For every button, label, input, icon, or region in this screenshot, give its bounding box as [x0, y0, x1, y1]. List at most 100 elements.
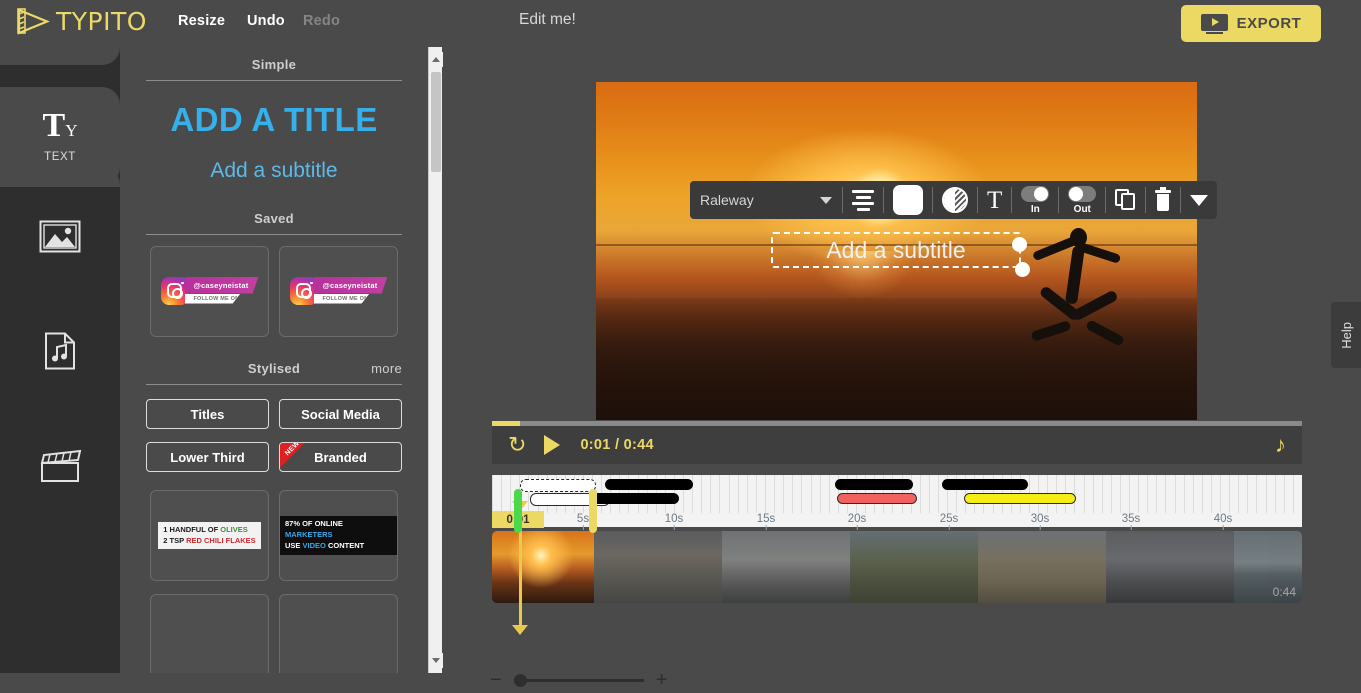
help-tab[interactable]: Help — [1331, 302, 1361, 368]
saved-card-1[interactable]: @caseyneistat FOLLOW ME ON — [150, 246, 269, 337]
new-badge: NEW — [280, 443, 313, 469]
text-pill-4[interactable] — [942, 479, 1028, 490]
add-subtitle-preset[interactable]: Add a subtitle — [120, 159, 428, 183]
music-note-icon[interactable]: ♪ — [1275, 434, 1286, 456]
clip-sunset[interactable] — [492, 531, 594, 603]
scroll-up-arrow[interactable] — [429, 52, 443, 67]
zoom-slider-knob[interactable] — [513, 673, 527, 687]
recipe-preset-thumb: 1 HANDFUL OF OLIVES 2 TSP RED CHILI FLAK… — [158, 521, 261, 550]
stylised-more-link[interactable]: more — [371, 361, 402, 376]
ruler-tick — [1238, 475, 1239, 513]
stat-line1-accent: MARKETERS — [285, 530, 333, 540]
document-title[interactable]: Edit me! — [519, 11, 576, 29]
play-button[interactable] — [544, 435, 561, 455]
copy-icon — [1115, 189, 1136, 211]
ruler-label-mark — [1222, 525, 1224, 530]
clip-boat[interactable] — [722, 531, 850, 603]
preset-card-3[interactable] — [150, 594, 269, 673]
preset-cards-row-2 — [120, 594, 428, 673]
saved-section: Saved @caseyneistat FOLLOW ME ON @caseyn… — [120, 211, 428, 337]
zoom-slider-track[interactable] — [513, 673, 644, 687]
text-pill-3[interactable] — [835, 479, 913, 490]
rail-item-audio[interactable] — [0, 302, 120, 400]
loop-icon[interactable]: ↻ — [508, 434, 526, 456]
rail-item-image[interactable] — [0, 187, 120, 285]
video-filmstrip[interactable]: 0:44 — [492, 531, 1302, 603]
social-media-button[interactable]: Social Media — [279, 399, 402, 429]
text-format-toolbar: Raleway T In Out — [690, 181, 1218, 219]
stylised-buttons-row-1: Titles Social Media — [120, 399, 428, 429]
text-style-button[interactable]: T — [978, 181, 1011, 219]
instagram-handle: @caseyneistat — [184, 276, 259, 294]
clip-sea[interactable]: 0:44 — [1234, 531, 1302, 603]
text-pill-7[interactable] — [837, 493, 917, 504]
ruler-label-mark — [673, 525, 675, 530]
typito-logo-icon — [17, 8, 50, 35]
scroll-down-arrow[interactable] — [429, 653, 443, 668]
divider — [146, 80, 402, 81]
titles-button[interactable]: Titles — [146, 399, 269, 429]
more-options-button[interactable] — [1181, 181, 1217, 219]
undo-button[interactable]: Undo — [247, 13, 285, 29]
scrollbar-thumb[interactable] — [431, 72, 441, 172]
duplicate-button[interactable] — [1106, 181, 1145, 219]
preset-card-4[interactable] — [279, 594, 398, 673]
ruler-tick — [1202, 475, 1203, 513]
text-align-button[interactable] — [843, 181, 883, 219]
font-family-value: Raleway — [700, 192, 754, 208]
recipe-line1-plain: 1 HANDFUL OF — [163, 524, 221, 534]
opacity-button[interactable] — [933, 181, 977, 219]
resize-menu-button[interactable]: Resize — [178, 13, 225, 29]
zoom-out-button[interactable]: − — [490, 670, 502, 690]
resize-handle[interactable] — [1015, 262, 1030, 277]
animation-in-toggle[interactable]: In — [1012, 181, 1058, 219]
clip-market[interactable] — [594, 531, 722, 603]
zoom-in-button[interactable]: + — [656, 670, 668, 690]
text-pill-1[interactable] — [520, 479, 596, 492]
ruler-label: 25s — [939, 513, 959, 530]
ruler-tick — [1138, 475, 1139, 513]
clip-village[interactable] — [850, 531, 978, 603]
ruler-label-text: 40s — [1213, 513, 1233, 525]
saved-card-2[interactable]: @caseyneistat FOLLOW ME ON — [279, 246, 398, 337]
font-family-select[interactable]: Raleway — [690, 181, 842, 219]
lower-third-button[interactable]: Lower Third — [146, 442, 269, 472]
ruler-label-text: 25s — [939, 513, 959, 525]
ruler-label-text: 20s — [847, 513, 867, 525]
clapperboard-icon — [40, 449, 82, 482]
preset-card-stat[interactable]: 87% OF ONLINE MARKETERS USE VIDEO CONTEN… — [279, 490, 398, 581]
animation-out-toggle[interactable]: Out — [1059, 181, 1105, 219]
text-pill-8[interactable] — [964, 493, 1076, 504]
canvas-area: Raleway T In Out Add a subtitle — [442, 47, 1361, 420]
clip-phone[interactable] — [1106, 531, 1234, 603]
stylised-section-header: Stylised more — [120, 361, 428, 376]
delete-button[interactable] — [1146, 181, 1180, 219]
rail-item-video[interactable] — [0, 417, 120, 515]
branded-button[interactable]: NEW Branded — [279, 442, 402, 472]
branded-button-label: Branded — [314, 449, 367, 465]
panel-scrollbar[interactable] — [428, 47, 443, 673]
export-button[interactable]: EXPORT — [1181, 5, 1321, 42]
clip-branches[interactable] — [978, 531, 1106, 603]
preset-card-recipe[interactable]: 1 HANDFUL OF OLIVES 2 TSP RED CHILI FLAK… — [150, 490, 269, 581]
app-logo[interactable]: TYPITO — [16, 7, 147, 36]
add-title-preset[interactable]: ADD A TITLE — [120, 101, 428, 139]
stylised-buttons-row-2: Lower Third NEW Branded — [120, 442, 428, 472]
stat-preset-thumb: 87% OF ONLINE MARKETERS USE VIDEO CONTEN… — [280, 516, 397, 555]
text-pill-2[interactable] — [605, 479, 693, 490]
text-pill-6[interactable] — [589, 493, 679, 504]
divider — [146, 234, 402, 235]
ruler-tick — [1211, 475, 1212, 513]
animation-in-label: In — [1030, 203, 1040, 215]
top-bar: TYPITO Resize Undo Redo Edit me! EXPORT — [0, 0, 1361, 47]
text-color-button[interactable] — [884, 181, 932, 219]
ruler-label: 20s — [847, 513, 867, 530]
subtitle-text-element[interactable]: Add a subtitle — [771, 232, 1030, 277]
color-swatch-icon — [893, 185, 923, 215]
trim-handle-left[interactable] — [514, 489, 522, 533]
ruler-tick — [1184, 475, 1185, 513]
trim-handle-right[interactable] — [589, 489, 597, 533]
ruler-tick — [738, 475, 739, 513]
rotate-handle[interactable] — [1012, 237, 1027, 252]
rail-item-text-label: TEXT — [44, 151, 76, 163]
